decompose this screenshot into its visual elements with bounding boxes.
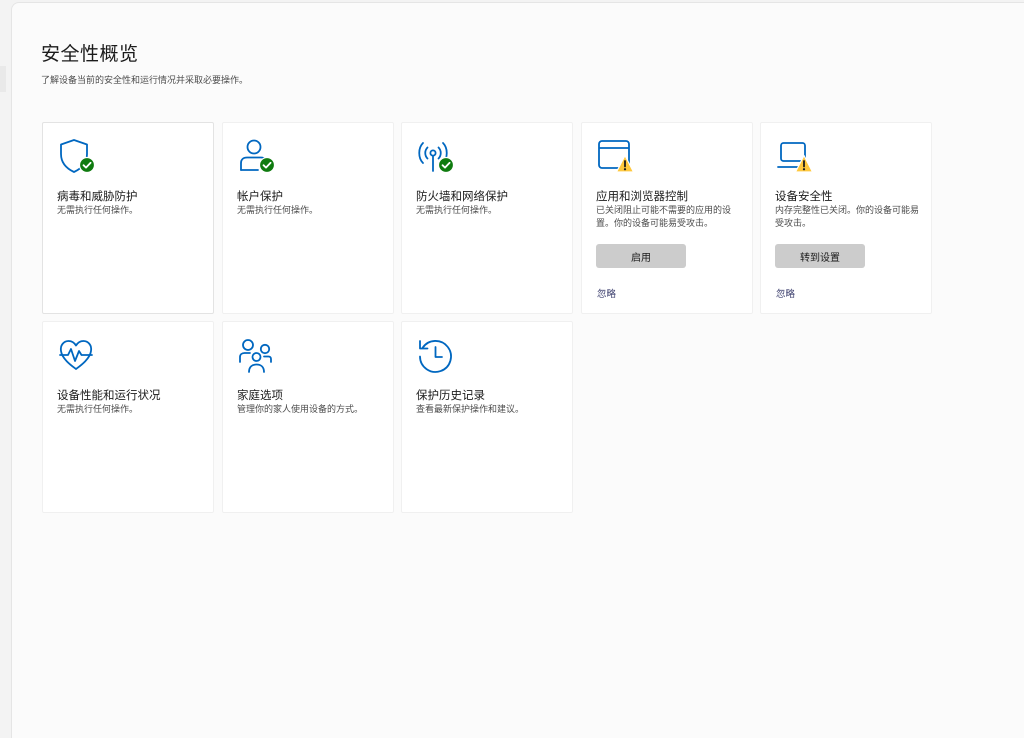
card-description: 无需执行任何操作。 <box>57 206 139 216</box>
app-window-icon <box>598 140 635 173</box>
card-device-security[interactable]: 设备安全性 内存完整性已关闭。你的设备可能易受攻击。 转到设置 忽略 <box>760 122 932 314</box>
family-icon <box>239 339 272 373</box>
card-device-performance-health[interactable]: 设备性能和运行状况 无需执行任何操作。 <box>42 321 214 513</box>
card-title: 病毒和威胁防护 <box>57 189 138 203</box>
card-family-options[interactable]: 家庭选项 管理你的家人使用设备的方式。 <box>222 321 394 513</box>
laptop-icon <box>777 142 814 173</box>
nav-selection-hint <box>0 66 6 92</box>
nav-pane-edge <box>0 0 11 738</box>
card-title: 帐户保护 <box>237 189 283 203</box>
account-icon <box>240 139 276 174</box>
card-title: 防火墙和网络保护 <box>416 189 508 203</box>
card-account-protection[interactable]: 帐户保护 无需执行任何操作。 <box>222 122 394 314</box>
wireless-antenna-icon <box>418 142 455 174</box>
main-content: 安全性概览 了解设备当前的安全性和运行情况并采取必要操作。 病毒和威胁防护 无需… <box>11 2 1024 738</box>
ignore-link[interactable]: 忽略 <box>776 286 795 300</box>
page-title: 安全性概览 <box>41 43 139 65</box>
card-title: 设备安全性 <box>775 189 833 203</box>
heart-pulse-icon <box>59 340 93 370</box>
card-description: 查看最新保护操作和建议。 <box>416 405 525 415</box>
card-description: 无需执行任何操作。 <box>237 206 319 216</box>
card-title: 家庭选项 <box>237 388 283 402</box>
card-title: 设备性能和运行状况 <box>57 388 161 402</box>
card-virus-threat-protection[interactable]: 病毒和威胁防护 无需执行任何操作。 <box>42 122 214 314</box>
ignore-link[interactable]: 忽略 <box>597 286 616 300</box>
card-title: 保护历史记录 <box>416 388 485 402</box>
shield-icon <box>60 139 96 174</box>
card-protection-history[interactable]: 保护历史记录 查看最新保护操作和建议。 <box>401 321 573 513</box>
card-description: 内存完整性已关闭。你的设备可能易受攻击。 <box>775 206 920 229</box>
card-description: 无需执行任何操作。 <box>416 206 498 216</box>
card-description: 已关闭阻止可能不需要的应用的设置。你的设备可能易受攻击。 <box>596 206 732 229</box>
card-description: 管理你的家人使用设备的方式。 <box>237 405 364 415</box>
history-clock-icon <box>419 340 452 373</box>
page-subtitle: 了解设备当前的安全性和运行情况并采取必要操作。 <box>41 76 249 86</box>
card-description: 无需执行任何操作。 <box>57 405 139 415</box>
card-title: 应用和浏览器控制 <box>596 189 688 203</box>
card-firewall-network-protection[interactable]: 防火墙和网络保护 无需执行任何操作。 <box>401 122 573 314</box>
turn-on-button[interactable]: 启用 <box>596 244 686 268</box>
card-app-browser-control[interactable]: 应用和浏览器控制 已关闭阻止可能不需要的应用的设置。你的设备可能易受攻击。 启用… <box>581 122 753 314</box>
go-to-settings-button[interactable]: 转到设置 <box>775 244 865 268</box>
